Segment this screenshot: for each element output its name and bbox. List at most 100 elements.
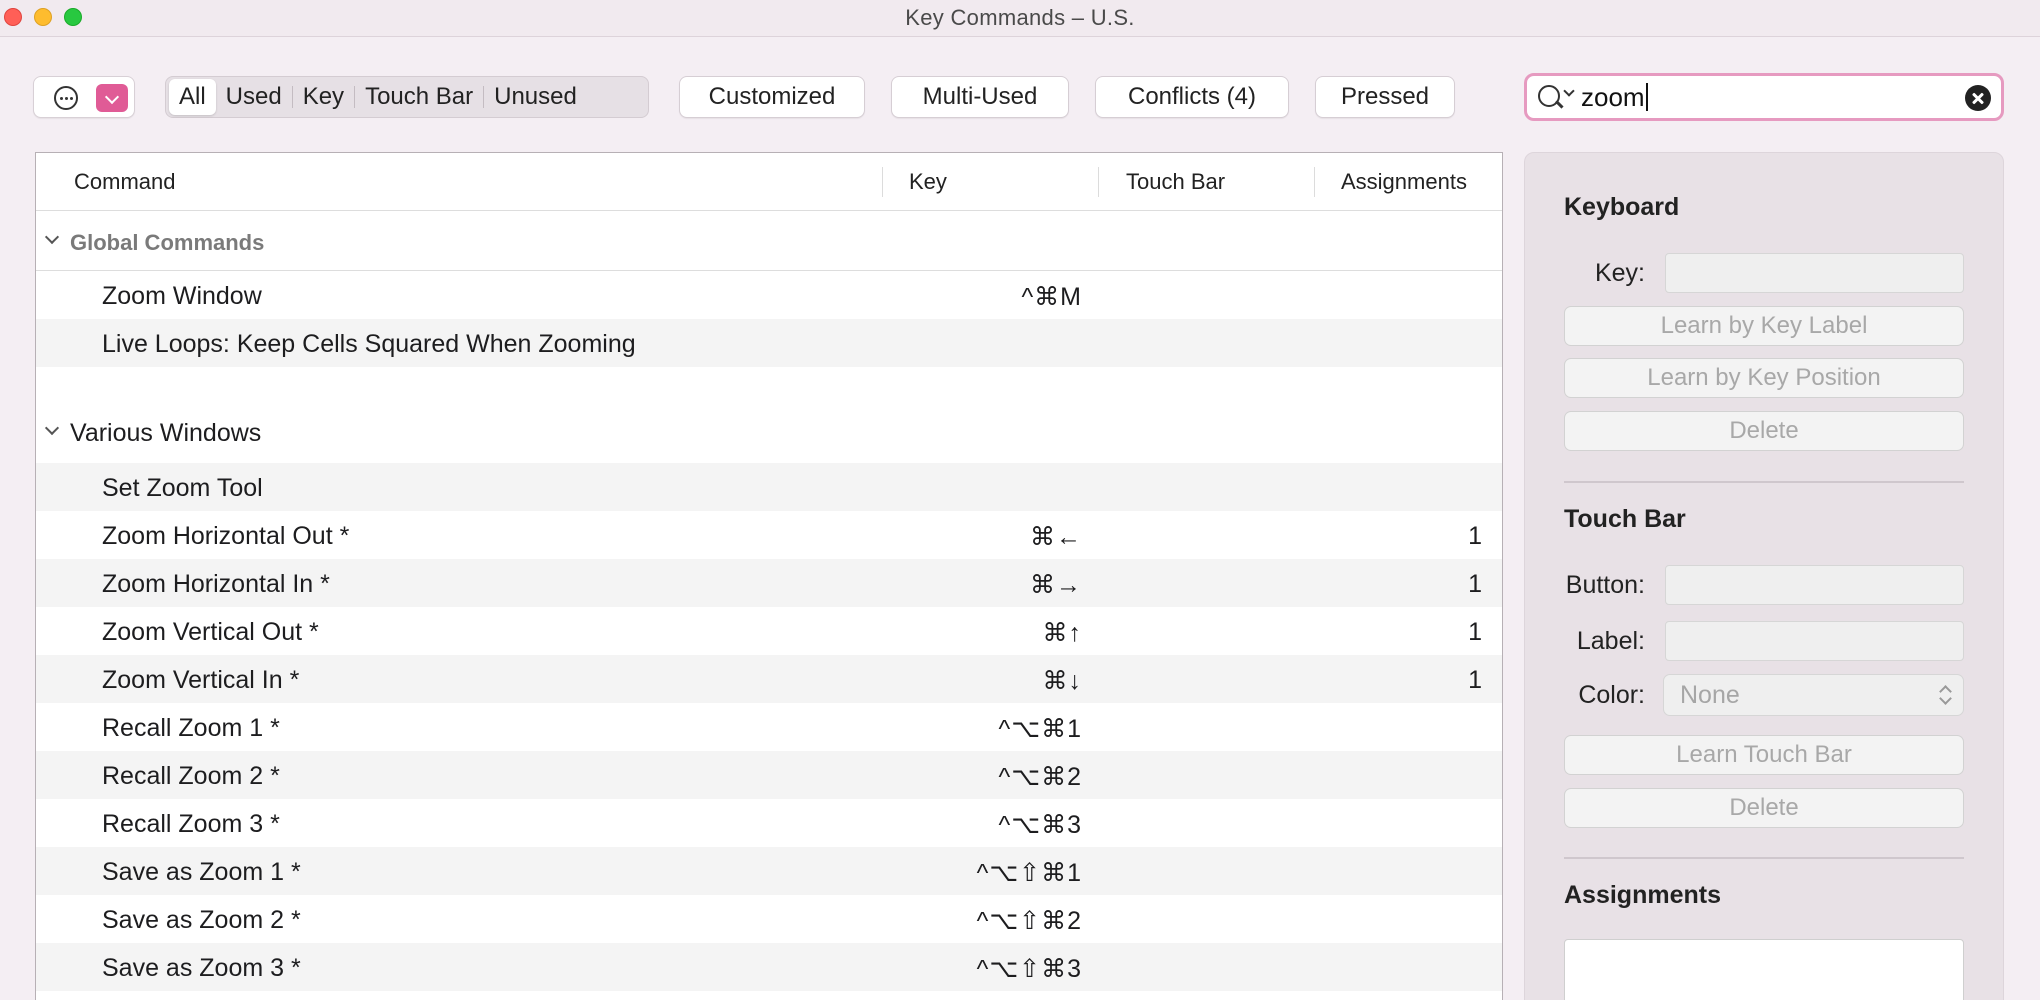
key-cell: ^⌥⇧⌘1	[976, 859, 1082, 887]
key-cell: ⌘↓	[1042, 667, 1082, 695]
column-divider[interactable]	[882, 167, 883, 197]
table-row[interactable]: Set Zoom Tool	[36, 463, 1502, 511]
color-label: Color:	[1578, 681, 1645, 709]
table-row[interactable]: Live Loops: Keep Cells Squared When Zoom…	[36, 319, 1502, 367]
table-row[interactable]: Zoom Vertical Out * ⌘↑ 1	[36, 607, 1502, 655]
key-cell: ^⌥⌘2	[998, 763, 1082, 791]
assignments-cell: 1	[1468, 522, 1482, 550]
command-cell: Recall Zoom 2 *	[102, 762, 280, 790]
window-title: Key Commands – U.S.	[905, 5, 1135, 30]
search-icon[interactable]	[1538, 85, 1560, 107]
touch-bar-label-field[interactable]	[1665, 621, 1964, 661]
key-cell: ⌘↑	[1042, 619, 1082, 647]
more-options-icon[interactable]	[54, 86, 78, 110]
command-cell: Zoom Vertical Out *	[102, 618, 319, 646]
filter-key[interactable]: Key	[293, 79, 354, 115]
table-row[interactable]: Save as Zoom 2 * ^⌥⇧⌘2	[36, 895, 1502, 943]
filter-segmented-control: All Used Key Touch Bar Unused	[165, 76, 649, 118]
table-row[interactable]: Zoom Horizontal In * ⌘→ 1	[36, 559, 1502, 607]
command-cell: Recall Zoom 1 *	[102, 714, 280, 742]
key-cell: ^⌥⌘3	[998, 811, 1082, 839]
action-dropdown-button[interactable]	[96, 84, 128, 112]
command-cell: Save as Zoom 1 *	[102, 858, 301, 886]
keyboard-delete-button[interactable]: Delete	[1564, 411, 1964, 451]
touch-bar-delete-button[interactable]: Delete	[1564, 788, 1964, 828]
table-row[interactable]: Zoom Horizontal Out * ⌘← 1	[36, 511, 1502, 559]
group-title: Global Commands	[70, 230, 265, 255]
learn-touch-bar-button[interactable]: Learn Touch Bar	[1564, 735, 1964, 775]
command-cell: Zoom Vertical In *	[102, 666, 300, 694]
inspector-panel: Keyboard Key: Learn by Key Label Learn b…	[1524, 152, 2004, 1000]
clear-search-icon[interactable]	[1965, 85, 1991, 111]
key-commands-table: Command Key Touch Bar Assignments Global…	[35, 152, 1503, 1000]
filter-all[interactable]: All	[169, 79, 216, 115]
learn-by-key-position-button[interactable]: Learn by Key Position	[1564, 358, 1964, 398]
command-cell: Save as Zoom 3 *	[102, 954, 301, 982]
search-field[interactable]	[1524, 73, 2004, 121]
command-cell: Recall Zoom 3 *	[102, 810, 280, 838]
table-header: Command Key Touch Bar Assignments	[36, 153, 1502, 211]
multi-used-button[interactable]: Multi-Used	[891, 76, 1069, 118]
table-row[interactable]: Recall Zoom 1 * ^⌥⌘1	[36, 703, 1502, 751]
key-cell: ^⌘M	[1021, 283, 1082, 311]
assignments-cell: 1	[1468, 570, 1482, 598]
column-header-key[interactable]: Key	[909, 169, 947, 195]
key-cell: ^⌥⇧⌘2	[976, 907, 1082, 935]
table-row[interactable]: Save as Zoom 3 * ^⌥⇧⌘3	[36, 943, 1502, 991]
conflicts-button[interactable]: Conflicts (4)	[1095, 76, 1289, 118]
command-cell: Zoom Horizontal Out *	[102, 522, 350, 550]
learn-by-key-label-button[interactable]: Learn by Key Label	[1564, 306, 1964, 346]
column-header-touch-bar[interactable]: Touch Bar	[1126, 169, 1225, 195]
filter-unused[interactable]: Unused	[484, 79, 587, 115]
column-header-command[interactable]: Command	[74, 169, 175, 195]
search-input[interactable]	[1581, 79, 1941, 115]
section-divider	[1564, 481, 1964, 483]
group-row-global-commands[interactable]: Global Commands	[36, 211, 1502, 271]
keyboard-heading: Keyboard	[1564, 193, 1680, 221]
color-select[interactable]: None	[1663, 674, 1964, 716]
command-cell: Save as Zoom 2 *	[102, 906, 301, 934]
command-cell: Zoom Horizontal In *	[102, 570, 330, 598]
action-menu-group	[33, 76, 135, 118]
group-row-various-windows[interactable]: Various Windows	[36, 405, 1502, 463]
assignments-cell: 1	[1468, 618, 1482, 646]
up-down-chevron-icon	[1939, 684, 1951, 706]
filter-used[interactable]: Used	[216, 79, 292, 115]
disclosure-chevron-icon[interactable]	[44, 420, 60, 436]
column-divider[interactable]	[1314, 167, 1315, 197]
customized-button[interactable]: Customized	[679, 76, 865, 118]
column-divider[interactable]	[1098, 167, 1099, 197]
section-divider	[1564, 857, 1964, 859]
color-select-value: None	[1680, 681, 1740, 709]
command-cell: Live Loops: Keep Cells Squared When Zoom…	[102, 330, 636, 358]
key-cell: ^⌥⌘1	[998, 715, 1082, 743]
pressed-button[interactable]: Pressed	[1315, 76, 1455, 118]
key-field[interactable]	[1665, 253, 1964, 293]
assignments-heading: Assignments	[1564, 881, 1721, 909]
key-cell: ⌘→	[1030, 571, 1082, 599]
command-cell: Zoom Window	[102, 282, 262, 310]
assignments-list[interactable]	[1564, 939, 1964, 1000]
filter-touch-bar[interactable]: Touch Bar	[355, 79, 483, 115]
chevron-down-icon[interactable]	[1563, 85, 1575, 97]
table-row[interactable]: Recall Zoom 3 * ^⌥⌘3	[36, 799, 1502, 847]
assignments-cell: 1	[1468, 666, 1482, 694]
touch-bar-heading: Touch Bar	[1564, 505, 1686, 533]
table-row[interactable]: Save as Zoom 1 * ^⌥⇧⌘1	[36, 847, 1502, 895]
table-row[interactable]: Zoom Window ^⌘M	[36, 271, 1502, 319]
group-title: Various Windows	[70, 419, 262, 447]
column-header-assignments[interactable]: Assignments	[1341, 169, 1467, 195]
text-caret	[1646, 83, 1648, 111]
disclosure-chevron-icon[interactable]	[44, 229, 60, 245]
key-cell: ^⌥⇧⌘3	[976, 955, 1082, 983]
title-bar: Key Commands – U.S.	[0, 0, 2040, 37]
command-cell: Set Zoom Tool	[102, 474, 263, 502]
button-label: Button:	[1565, 571, 1645, 599]
table-row[interactable]: Zoom Vertical In * ⌘↓ 1	[36, 655, 1502, 703]
table-row[interactable]: Recall Zoom 2 * ^⌥⌘2	[36, 751, 1502, 799]
label-label: Label:	[1576, 627, 1645, 655]
touch-bar-button-field[interactable]	[1665, 565, 1964, 605]
key-cell: ⌘←	[1030, 523, 1082, 551]
key-label: Key:	[1594, 259, 1645, 287]
